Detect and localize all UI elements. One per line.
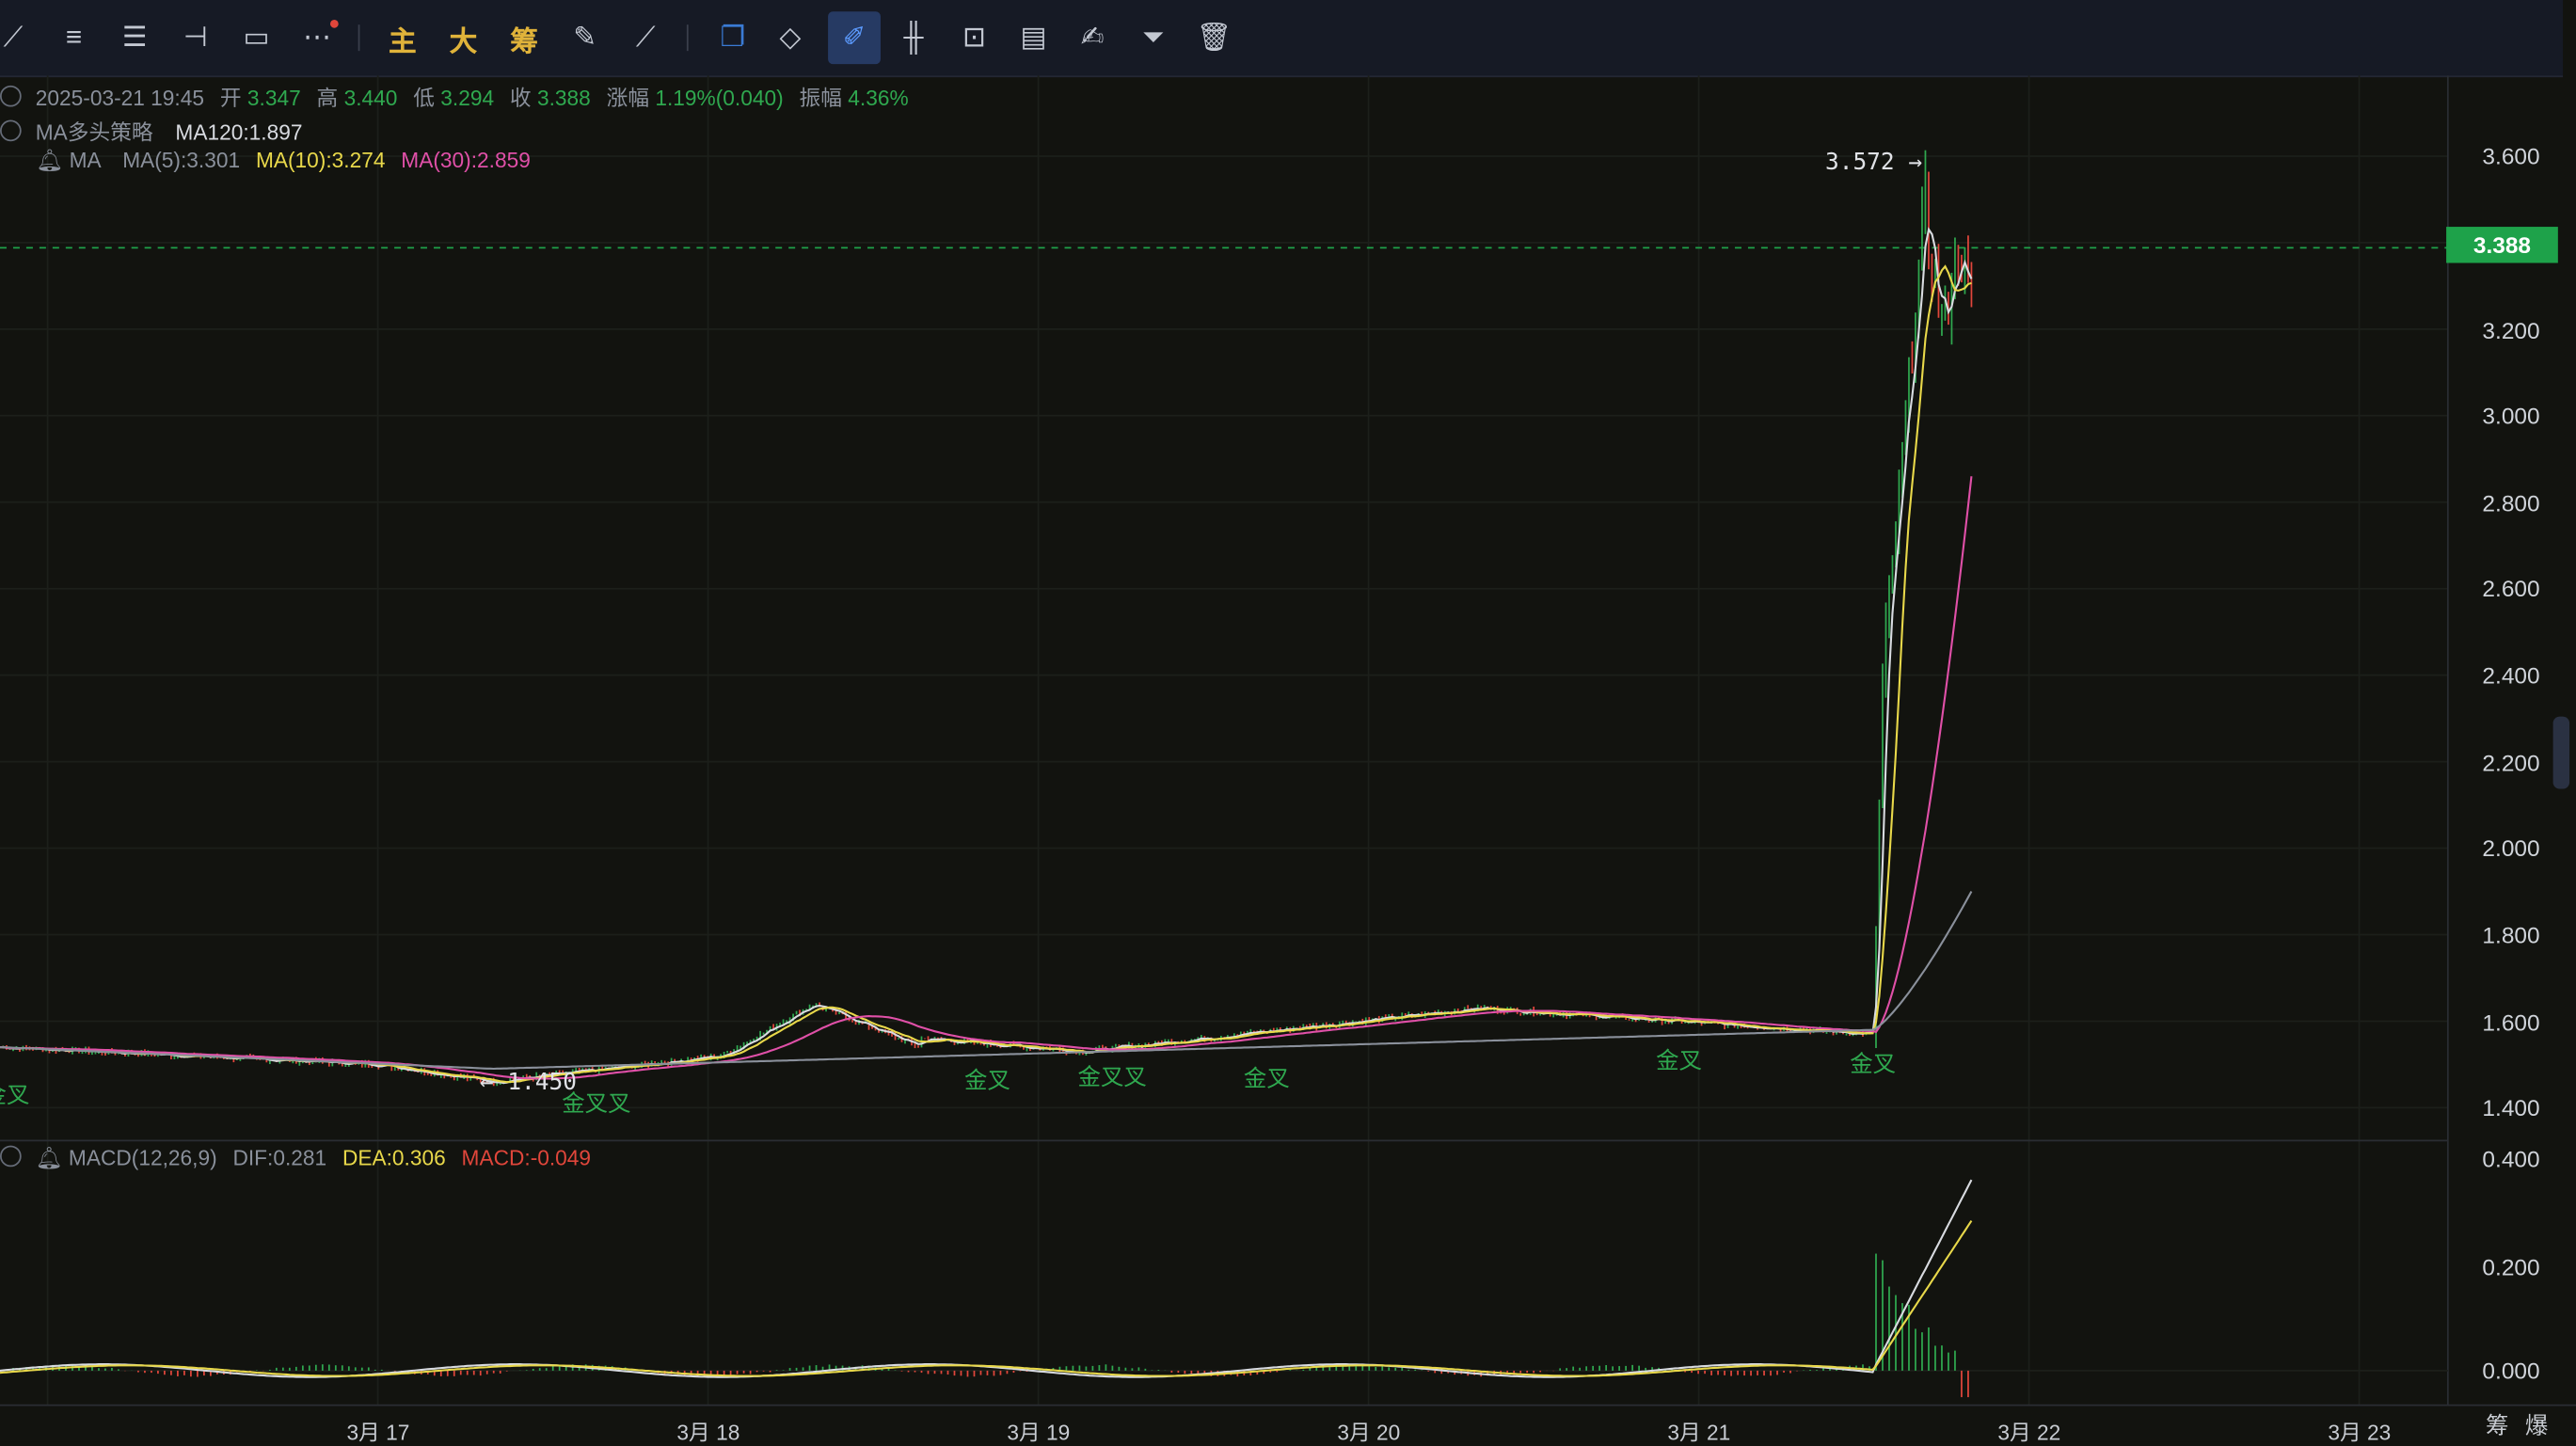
golden-cross-label: 金叉: [1850, 1050, 1897, 1077]
high-label: 高: [316, 85, 339, 111]
golden-cross-label: 金叉: [0, 1081, 30, 1108]
dif-value: DIF:0.281: [232, 1145, 327, 1170]
dif-line: [0, 1179, 1973, 1378]
close-value: 3.388: [536, 85, 591, 111]
macd-axis-label: 0.000: [2482, 1357, 2540, 1384]
chip-toggle[interactable]: 筹: [2486, 1408, 2508, 1441]
date-axis-label: 3月 19: [1007, 1420, 1071, 1445]
collapse-icon[interactable]: [0, 1145, 22, 1168]
current-price-tag: 3.388: [2446, 227, 2558, 263]
close-label: 收: [509, 85, 532, 111]
macd-name[interactable]: MACD(12,26,9): [69, 1146, 217, 1170]
date-axis-label: 3月 22: [1997, 1420, 2061, 1445]
dea-value: DEA:0.306: [342, 1145, 446, 1170]
side-panel-handle[interactable]: [2552, 716, 2570, 789]
date-axis-label: 3月 20: [1337, 1420, 1401, 1445]
macd-axis-label: 0.200: [2482, 1253, 2540, 1280]
burst-toggle[interactable]: 爆: [2525, 1408, 2548, 1441]
golden-cross-label: 金叉: [964, 1066, 1010, 1093]
price-axis-label: 2.000: [2482, 834, 2540, 862]
price-axis-label: 2.400: [2482, 662, 2540, 689]
strategy-name[interactable]: MA多头策略: [36, 120, 153, 145]
ma30-line: [0, 476, 1973, 1080]
low-label: 低: [413, 85, 435, 111]
ma5-value: MA(5):3.301: [122, 148, 241, 173]
price-axis-label: 3.000: [2482, 402, 2540, 429]
date-axis-label: 3月 21: [1667, 1420, 1731, 1445]
date-axis-label: 3月 23: [2328, 1420, 2392, 1445]
golden-cross-label: 金叉: [1243, 1064, 1290, 1091]
ma5-line: [0, 227, 1973, 1085]
macd-axis-label: 0.400: [2482, 1145, 2540, 1172]
open-label: 开: [219, 85, 242, 111]
high-value: 3.440: [343, 85, 398, 111]
price-axis-label: 2.600: [2482, 575, 2540, 602]
price-axis-label: 1.400: [2482, 1094, 2540, 1121]
ma120-value: MA120:1.897: [175, 119, 303, 145]
macd-value: MACD:-0.049: [461, 1145, 592, 1170]
price-axis-label: 3.600: [2482, 142, 2540, 169]
date-axis-label: 3月 17: [346, 1420, 410, 1445]
ma10-value: MA(10):3.274: [255, 148, 386, 173]
bell-icon[interactable]: 🔔︎: [36, 1146, 63, 1170]
collapse-icon[interactable]: [0, 85, 22, 107]
bar-datetime: 2025-03-21 19:45: [35, 85, 205, 111]
change-value: 1.19%(0.040): [655, 85, 784, 111]
macd-legend: 🔔︎ MACD(12,26,9) DIF:0.281 DEA:0.306 MAC…: [0, 1145, 592, 1172]
strategy-legend: MA多头策略 MA120:1.897: [0, 115, 302, 146]
price-axis-label: 2.200: [2482, 749, 2540, 776]
price-axis-label: 3.200: [2482, 317, 2540, 344]
golden-cross-label: 金叉叉: [562, 1089, 631, 1117]
price-axis-label: 1.600: [2482, 1009, 2540, 1036]
golden-cross-label: 金叉叉: [1077, 1063, 1147, 1090]
kline-chart[interactable]: [0, 0, 2576, 1441]
amplitude-value: 4.36%: [848, 85, 909, 111]
amplitude-label: 振幅: [799, 85, 842, 111]
ohlc-legend: 2025-03-21 19:45 开 3.347 高 3.440 低 3.294…: [0, 81, 909, 112]
date-axis-label: 3月 18: [676, 1420, 740, 1445]
price-axis-label: 1.800: [2482, 922, 2540, 948]
high-price-marker: 3.572 →: [1825, 149, 1923, 176]
ma-legend: 🔔︎ MA MA(5):3.301 MA(10):3.274 MA(30):2.…: [36, 148, 530, 174]
collapse-icon[interactable]: [0, 119, 22, 142]
open-value: 3.347: [246, 85, 301, 111]
low-value: 3.294: [440, 85, 495, 111]
bell-icon[interactable]: 🔔︎: [36, 148, 63, 172]
change-label: 涨幅: [606, 85, 650, 111]
ma30-value: MA(30):2.859: [401, 148, 531, 173]
price-axis-label: 2.800: [2482, 489, 2540, 516]
ma10-line: [0, 264, 1972, 1084]
golden-cross-label: 金叉: [1656, 1046, 1703, 1073]
dea-line: [0, 1220, 1973, 1377]
ma-name[interactable]: MA: [70, 148, 101, 172]
